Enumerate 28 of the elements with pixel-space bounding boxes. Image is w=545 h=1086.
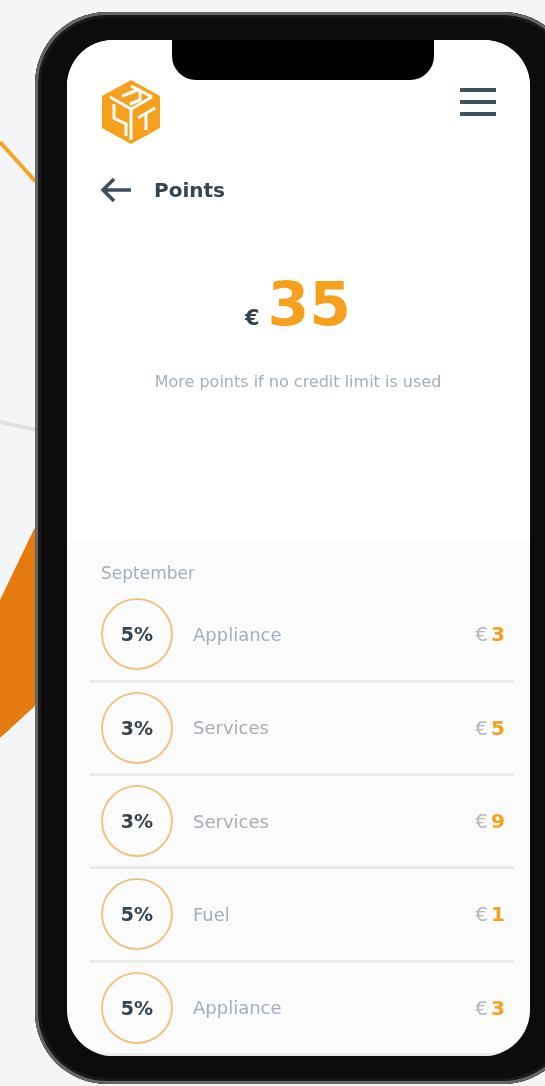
rate-badge: 5% — [101, 971, 173, 1044]
points-value: 5 — [491, 715, 505, 740]
currency-symbol: € — [475, 995, 489, 1020]
category-label: Services — [193, 810, 270, 832]
month-heading: September — [101, 563, 196, 584]
currency-symbol: € — [475, 622, 489, 647]
category-label: Appliance — [193, 997, 283, 1019]
currency-symbol: € — [475, 902, 489, 927]
category-label: Fuel — [193, 903, 231, 925]
points-value: 3 — [491, 622, 505, 647]
category-label: Appliance — [193, 624, 283, 645]
page-title: Points — [154, 178, 225, 202]
rate-badge: 3% — [101, 691, 173, 764]
cube-logo-icon — [100, 78, 162, 146]
back-button[interactable] — [100, 176, 132, 204]
points-value: 1 — [491, 902, 505, 927]
points-note: More points if no credit limit is used — [153, 372, 443, 391]
currency-symbol: € — [244, 306, 260, 330]
points-value: 9 — [491, 809, 505, 834]
category-label: Services — [193, 717, 270, 739]
rate-badge: 5% — [101, 598, 173, 671]
points-value: 3 — [491, 995, 505, 1020]
currency-symbol: € — [475, 715, 489, 740]
points-amount: 35 — [267, 274, 352, 334]
rate-badge: 5% — [101, 878, 173, 951]
menu-button[interactable] — [460, 88, 496, 116]
currency-symbol: € — [475, 809, 489, 834]
rate-badge: 3% — [101, 785, 173, 858]
